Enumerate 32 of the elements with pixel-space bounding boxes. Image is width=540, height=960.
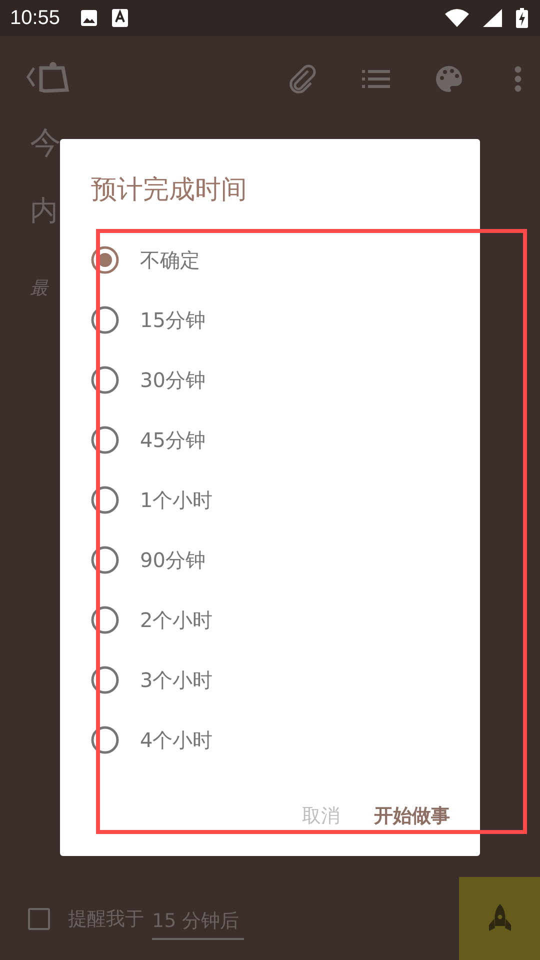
option-label[interactable]: 15分钟: [140, 306, 206, 334]
radio-button[interactable]: [90, 725, 120, 755]
reminder-checkbox[interactable]: [28, 908, 50, 930]
option-label[interactable]: 4个小时: [140, 726, 213, 754]
dialog-title: 预计完成时间: [90, 174, 248, 207]
option-label[interactable]: 45分钟: [140, 426, 206, 454]
radio-button[interactable]: [90, 245, 120, 275]
list-icon[interactable]: [362, 69, 390, 89]
option-label[interactable]: 3个小时: [140, 666, 213, 694]
radio-button[interactable]: [90, 545, 120, 575]
radio-button[interactable]: [90, 425, 120, 455]
clock: 10:55: [10, 6, 60, 30]
font-icon: [112, 9, 128, 27]
option-label[interactable]: 90分钟: [140, 546, 206, 574]
wifi-icon: [445, 9, 469, 27]
attachment-icon[interactable]: [288, 64, 316, 94]
radio-button[interactable]: [90, 665, 120, 695]
option-label[interactable]: 不确定: [140, 246, 200, 274]
image-icon: [80, 9, 98, 27]
confirm-button[interactable]: 开始做事: [374, 798, 450, 834]
palette-icon[interactable]: [436, 66, 462, 92]
radio-button[interactable]: [90, 485, 120, 515]
rocket-icon: [488, 904, 512, 934]
option-label[interactable]: 30分钟: [140, 366, 206, 394]
option-label[interactable]: 1个小时: [140, 486, 213, 514]
radio-button[interactable]: [90, 365, 120, 395]
option-label[interactable]: 2个小时: [140, 606, 213, 634]
radio-button[interactable]: [90, 605, 120, 635]
radio-button[interactable]: [90, 305, 120, 335]
more-icon[interactable]: [514, 66, 522, 92]
signal-icon: [483, 9, 502, 27]
battery-icon: [516, 8, 528, 28]
